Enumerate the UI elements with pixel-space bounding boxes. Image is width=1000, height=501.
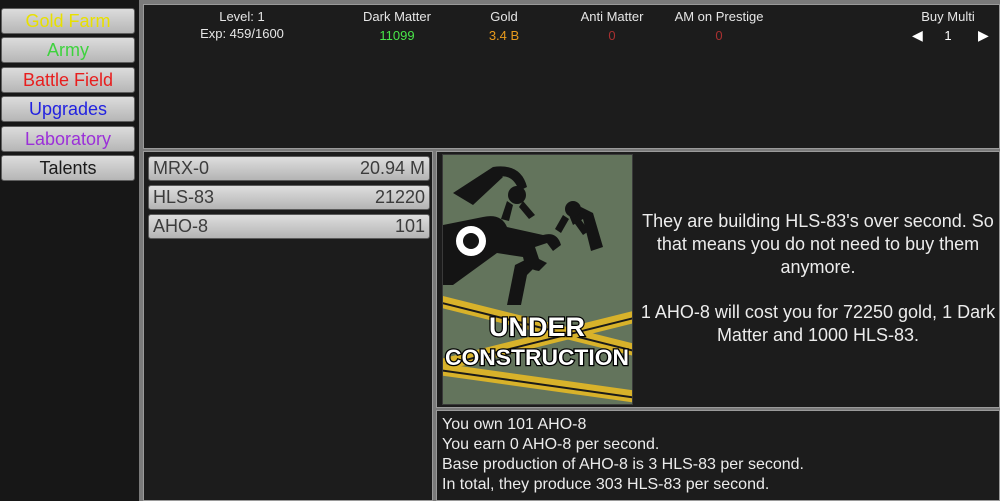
owned-line: You own 101 AHO-8 [442,416,587,433]
dark-matter-stat: Dark Matter 11099 [342,9,452,43]
nav-talents-button[interactable]: Talents [1,155,135,181]
unit-count: 20.94 M [359,158,425,178]
buy-multi-label: Buy Multi [921,9,975,24]
anti-matter-label: Anti Matter [580,9,644,24]
unit-row-hls-83[interactable]: HLS-83 21220 [148,185,430,210]
gold-label: Gold [490,9,518,24]
dark-matter-label: Dark Matter [363,9,431,24]
unit-name: AHO-8 [153,216,209,236]
am-prestige-label: AM on Prestige [674,9,764,24]
nav-upgrades-button[interactable]: Upgrades [1,96,135,122]
description-line-2: 1 AHO-8 will cost you for 72250 gold, 1 … [640,302,996,345]
level-stat: Level: 1 Exp: 459/1600 [182,9,302,41]
construction-text: CONSTRUCTION [445,345,629,370]
nav-gold-farm-button[interactable]: Gold Farm [1,8,135,34]
dark-matter-value: 11099 [379,28,415,43]
description-line-1: They are building HLS-83's over second. … [642,211,994,277]
base-production-line: Base production of AHO-8 is 3 HLS-83 per… [442,456,804,473]
robot-arms-wrench-icon: UNDER CONSTRUCTION [443,166,632,404]
nav-battle-field-button[interactable]: Battle Field [1,67,135,93]
under-text: UNDER [489,312,585,342]
am-prestige-value: 0 [715,28,723,43]
exp-label: Exp: 459/1600 [200,26,284,41]
unit-stats-panel: You own 101 AHO-8 You earn 0 AHO-8 per s… [436,410,1000,501]
earn-line: You earn 0 AHO-8 per second. [442,436,660,453]
nav-army-button[interactable]: Army [1,37,135,63]
unit-name: MRX-0 [153,158,210,178]
unit-list-panel: MRX-0 20.94 M HLS-83 21220 AHO-8 101 [143,151,433,501]
anti-matter-stat: Anti Matter 0 [562,9,662,43]
buy-multi-increase-arrow-icon[interactable]: ▶ [978,27,989,44]
under-construction-image: UNDER CONSTRUCTION [442,154,633,405]
total-production-line: In total, they produce 303 HLS-83 per se… [442,476,770,493]
unit-info-panel: UNDER CONSTRUCTION They are building HLS… [436,151,1000,408]
unit-name: HLS-83 [153,187,215,207]
am-prestige-stat: AM on Prestige 0 [659,9,779,43]
level-label: Level: 1 [219,9,265,24]
unit-count: 101 [394,216,425,236]
gold-value: 3.4 B [488,28,520,43]
unit-row-mrx-0[interactable]: MRX-0 20.94 M [148,156,430,181]
left-nav: Gold Farm Army Battle Field Upgrades Lab… [0,0,139,501]
unit-count: 21220 [374,187,425,207]
unit-row-aho-8[interactable]: AHO-8 101 [148,214,430,239]
gold-stat: Gold 3.4 B [464,9,544,43]
anti-matter-value: 0 [608,28,616,43]
buy-multi-decrease-arrow-icon[interactable]: ◀ [912,27,923,44]
unit-description: They are building HLS-83's over second. … [637,210,999,347]
nav-laboratory-button[interactable]: Laboratory [1,126,135,152]
top-stats-bar: Level: 1 Exp: 459/1600 Dark Matter 11099… [143,4,1000,149]
